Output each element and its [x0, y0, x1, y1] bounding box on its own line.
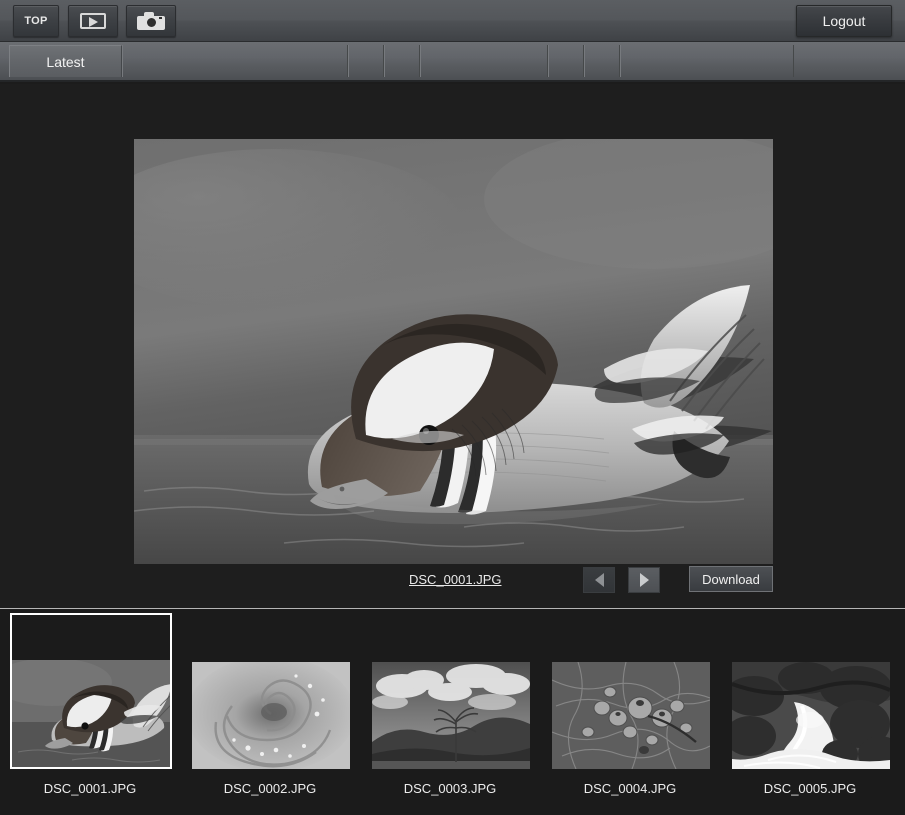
thumbnail-label: DSC_0003.JPG	[403, 781, 497, 796]
top-button[interactable]: TOP	[13, 5, 59, 37]
image-viewer: DSC_0001.JPG Download	[0, 84, 905, 608]
tab-latest[interactable]: Latest	[9, 45, 122, 77]
movie-icon	[80, 13, 106, 29]
download-button[interactable]: Download	[689, 566, 773, 592]
prev-image-button[interactable]	[583, 567, 615, 593]
photo-browser-app: TOP Logout Latest ▾	[0, 0, 905, 815]
thumbnail-image	[192, 662, 350, 769]
prev-page-cell	[384, 45, 420, 77]
thumbnail-label: DSC_0002.JPG	[223, 781, 317, 796]
main-image-graphic	[134, 139, 773, 564]
logout-button-label: Logout	[822, 13, 866, 29]
page-field-cell	[420, 45, 548, 77]
thumbnail-strip: DSC_0001.JPG DSC_0002.JPG DSC_0003.JPG D…	[0, 608, 905, 815]
thumbnail-item[interactable]	[550, 613, 712, 769]
navigation-bar: Latest ▾ 1 /1	[0, 42, 905, 119]
thumbnail-image	[552, 662, 710, 769]
first-page-cell	[348, 45, 384, 77]
photo-mode-button[interactable]	[126, 5, 176, 37]
folder-select-cell	[122, 45, 348, 77]
thumbnail-item[interactable]	[10, 613, 172, 769]
prev-image-icon	[594, 573, 604, 587]
next-page-cell	[548, 45, 584, 77]
top-button-label: TOP	[24, 15, 48, 27]
current-image-filename-link[interactable]: DSC_0001.JPG	[409, 572, 502, 587]
thumbnail-item[interactable]	[370, 613, 532, 769]
download-button-label: Download	[702, 571, 760, 587]
thumbnail-image	[12, 660, 170, 767]
thumbnail-label: DSC_0005.JPG	[763, 781, 857, 796]
main-image[interactable]	[134, 139, 773, 564]
thumbnail-label: DSC_0004.JPG	[583, 781, 677, 796]
last-page-cell	[584, 45, 620, 77]
movie-mode-button[interactable]	[68, 5, 118, 37]
app-header: TOP Logout	[0, 0, 905, 42]
next-image-button[interactable]	[628, 567, 660, 593]
thumbnail-item[interactable]	[190, 613, 352, 769]
next-image-icon	[639, 573, 649, 587]
thumbnail-image	[372, 662, 530, 769]
logout-button[interactable]: Logout	[796, 5, 892, 37]
per-page-cell	[620, 45, 794, 77]
camera-icon	[137, 12, 165, 30]
tab-latest-label: Latest	[46, 53, 85, 70]
thumbnail-label: DSC_0001.JPG	[43, 781, 137, 796]
thumbnail-item[interactable]	[730, 613, 892, 769]
thumbnail-image	[732, 662, 890, 769]
